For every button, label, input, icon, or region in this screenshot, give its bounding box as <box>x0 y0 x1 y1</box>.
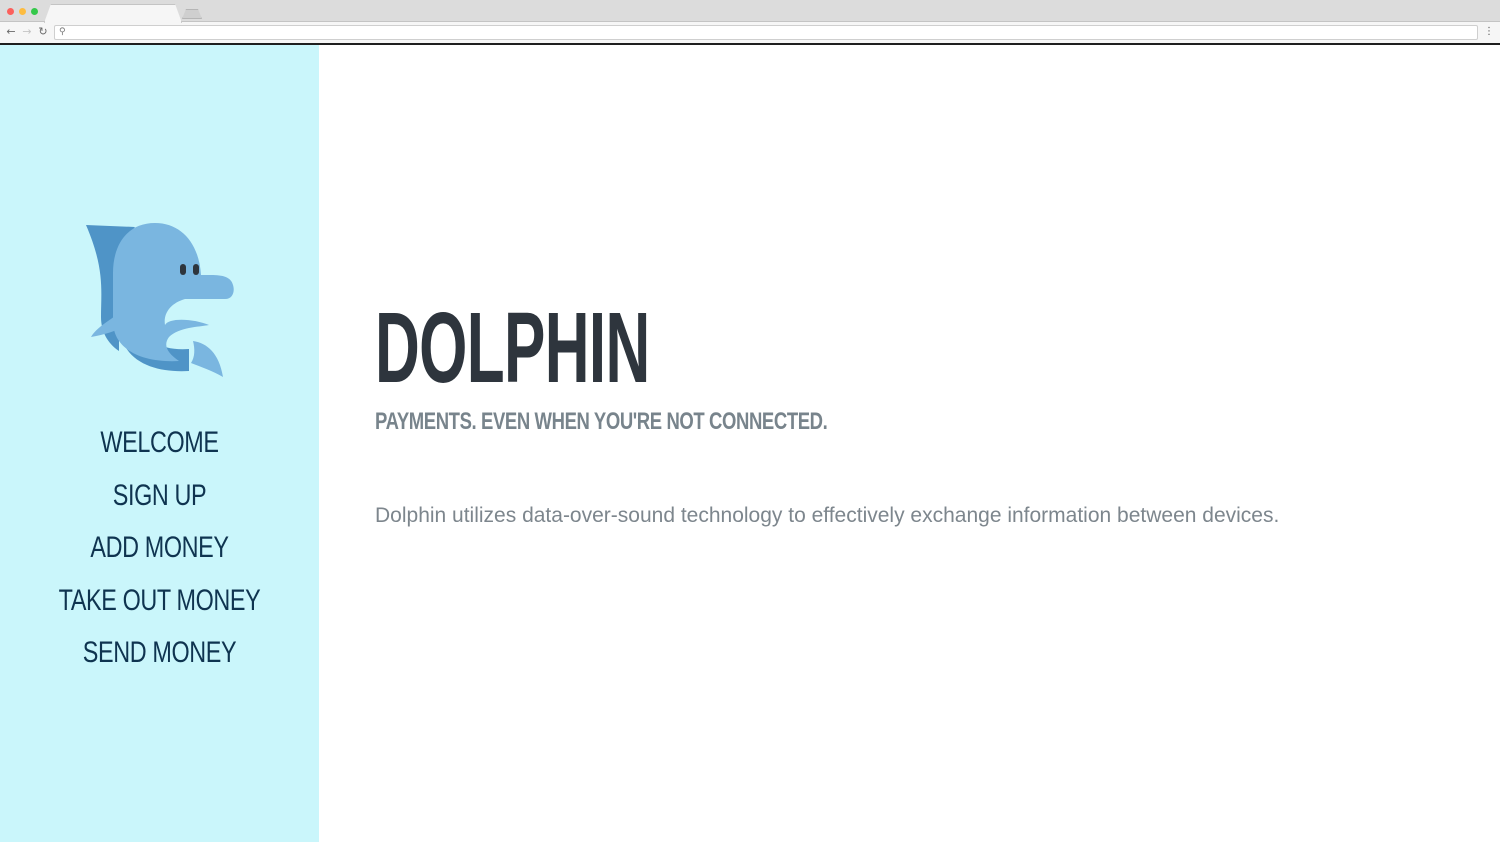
maximize-window-button[interactable] <box>31 8 38 15</box>
page-subtitle: PAYMENTS. EVEN WHEN YOU'RE NOT CONNECTED… <box>375 408 828 435</box>
browser-chrome: ← → ↻ ⚲ ⋮ <box>0 0 1500 45</box>
address-bar[interactable]: ⚲ <box>54 25 1478 40</box>
sidebar-nav: WELCOME SIGN UP ADD MONEY TAKE OUT MONEY… <box>0 417 319 680</box>
new-tab-button[interactable] <box>182 9 202 19</box>
minimize-window-button[interactable] <box>19 8 26 15</box>
sidebar-item-send-money[interactable]: SEND MONEY <box>35 627 284 680</box>
arrow-left-icon[interactable]: ← <box>4 25 18 39</box>
sidebar-item-take-out-money[interactable]: TAKE OUT MONEY <box>35 575 284 628</box>
browser-tab[interactable] <box>44 4 182 23</box>
tab-strip <box>0 0 1500 23</box>
menu-dots-icon[interactable]: ⋮ <box>1484 25 1494 39</box>
sidebar-item-sign-up[interactable]: SIGN UP <box>35 470 284 523</box>
page-title: DOLPHIN <box>375 292 650 404</box>
reload-icon[interactable]: ↻ <box>36 25 50 39</box>
sidebar-item-add-money[interactable]: ADD MONEY <box>35 522 284 575</box>
dolphin-logo <box>86 223 234 377</box>
sidebar: WELCOME SIGN UP ADD MONEY TAKE OUT MONEY… <box>0 45 319 842</box>
close-window-button[interactable] <box>7 8 14 15</box>
sidebar-item-welcome[interactable]: WELCOME <box>35 417 284 470</box>
search-icon: ⚲ <box>59 27 66 37</box>
page-description: Dolphin utilizes data-over-sound technol… <box>375 504 1280 527</box>
main-content: DOLPHIN PAYMENTS. EVEN WHEN YOU'RE NOT C… <box>319 45 1500 842</box>
arrow-right-icon[interactable]: → <box>20 25 34 39</box>
